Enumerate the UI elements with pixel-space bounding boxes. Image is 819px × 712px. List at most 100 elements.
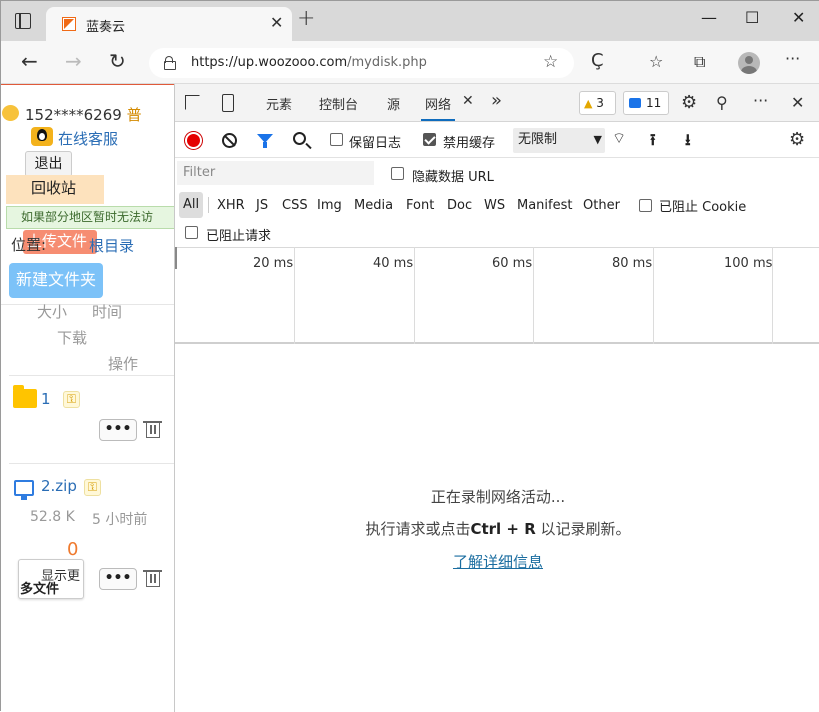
close-devtools-icon[interactable]: ✕ xyxy=(791,93,804,112)
back-button[interactable]: ← xyxy=(21,49,38,73)
page-top-divider xyxy=(1,84,174,85)
inspect-element-icon[interactable] xyxy=(185,95,200,110)
throttle-select[interactable]: 无限制 ▼ xyxy=(513,128,605,153)
collections-icon[interactable]: ⧉ xyxy=(694,52,705,72)
clear-icon[interactable] xyxy=(222,133,237,148)
title-bar: 蓝奏云 ✕ + — ☐ ✕ xyxy=(1,1,819,41)
export-har-icon[interactable]: ⭳ xyxy=(685,129,691,156)
header-size: 大小 xyxy=(37,303,68,321)
qq-icon[interactable] xyxy=(31,127,53,146)
type-filter-manifest[interactable]: Manifest xyxy=(517,198,572,213)
file-name[interactable]: 2.zip xyxy=(41,477,77,495)
lanzou-favicon-icon xyxy=(62,17,76,31)
forward-button[interactable]: → xyxy=(65,49,82,73)
blocked-cookies-checkbox[interactable] xyxy=(639,199,652,212)
settings-gear-icon[interactable]: ⚙ xyxy=(681,92,697,113)
filter-bar: Filter 隐藏数据 URL All XHR JS CSS Img Media… xyxy=(175,158,819,248)
type-filter-doc[interactable]: Doc xyxy=(447,198,472,213)
address-bar[interactable]: https://up.woozooo.com/mydisk.php ☆ xyxy=(149,48,574,78)
type-filter-ws[interactable]: WS xyxy=(484,198,505,213)
messages-badge[interactable]: 11 xyxy=(623,91,669,115)
divider xyxy=(9,375,174,376)
folder-name[interactable]: 1 xyxy=(41,390,51,408)
header-time: 时间 xyxy=(92,303,123,321)
type-filter-js[interactable]: JS xyxy=(256,198,268,213)
tab-network[interactable]: 网络 xyxy=(425,94,451,113)
favorite-star-icon[interactable]: ☆ xyxy=(543,52,558,72)
lock-icon[interactable] xyxy=(164,56,176,70)
customize-icon[interactable]: ⚲ xyxy=(716,93,728,112)
type-filter-font[interactable]: Font xyxy=(406,198,434,213)
file-time: 5 小时前 xyxy=(92,512,148,528)
search-icon[interactable] xyxy=(293,132,306,145)
close-network-tab-icon[interactable]: ✕ xyxy=(462,93,474,109)
warnings-badge[interactable]: ▲ 3 xyxy=(579,91,616,115)
devtools-more-icon[interactable]: ··· xyxy=(753,91,768,110)
reload-button[interactable]: ↻ xyxy=(109,49,126,73)
type-filter-other[interactable]: Other xyxy=(583,198,620,213)
learn-more-link[interactable]: 了解详细信息 xyxy=(175,551,819,572)
filter-icon[interactable] xyxy=(257,134,273,148)
new-tab-button[interactable]: + xyxy=(297,8,315,30)
network-timeline[interactable]: 20 ms 40 ms 60 ms 80 ms 100 ms xyxy=(175,247,819,344)
show-more-files-button[interactable]: 显示更 多文件 xyxy=(18,559,84,599)
filter-input[interactable]: Filter xyxy=(177,161,374,185)
disable-cache-checkbox[interactable] xyxy=(423,133,436,146)
new-folder-button[interactable]: 新建文件夹 xyxy=(9,263,103,298)
trash-icon[interactable] xyxy=(143,421,162,438)
record-button[interactable] xyxy=(185,132,202,149)
type-filter-media[interactable]: Media xyxy=(354,198,393,213)
profile-avatar[interactable] xyxy=(738,52,760,74)
message-icon xyxy=(629,98,641,108)
more-files-label: 多文件 xyxy=(20,582,60,597)
customer-service-link[interactable]: 在线客服 xyxy=(58,128,118,149)
type-filter-xhr[interactable]: XHR xyxy=(217,198,245,213)
preserve-log-checkbox[interactable] xyxy=(330,133,343,146)
maximize-button[interactable]: ☐ xyxy=(745,8,759,27)
more-menu-icon[interactable]: ··· xyxy=(785,49,800,68)
reading-mode-icon[interactable]: Ç xyxy=(591,50,604,71)
recycle-bin-button[interactable]: 回收站 xyxy=(6,175,104,204)
more-tabs-icon[interactable]: » xyxy=(491,90,502,111)
wifi-conditions-icon[interactable]: ⌔ xyxy=(612,129,626,148)
key-icon[interactable]: ⚿ xyxy=(63,391,80,408)
hide-data-url-checkbox[interactable] xyxy=(391,167,404,180)
file-size: 52.8 K xyxy=(30,509,75,525)
tab-sources[interactable]: 源 xyxy=(387,94,400,113)
more-options-button[interactable]: ••• xyxy=(99,419,137,441)
preserve-log-label: 保留日志 xyxy=(349,136,402,151)
recording-hint: 执行请求或点击Ctrl + R 以记录刷新。 xyxy=(365,520,631,538)
zip-file-icon xyxy=(14,480,34,500)
tab-elements[interactable]: 元素 xyxy=(266,94,292,113)
tab-console[interactable]: 控制台 xyxy=(319,94,358,113)
tab-title: 蓝奏云 xyxy=(86,20,126,35)
timeline-gridline xyxy=(294,247,295,344)
position-label: 位置: xyxy=(11,236,47,254)
device-emulation-icon[interactable] xyxy=(222,94,234,112)
network-settings-gear-icon[interactable]: ⚙ xyxy=(789,129,805,150)
url-text[interactable]: https://up.woozooo.com/mydisk.php xyxy=(191,55,427,70)
timeline-label: 20 ms xyxy=(253,256,294,271)
blocked-requests-checkbox[interactable] xyxy=(185,226,198,239)
disable-cache-label: 禁用缓存 xyxy=(443,136,496,151)
type-filter-all[interactable]: All xyxy=(179,192,203,218)
type-filter-css[interactable]: CSS xyxy=(282,198,308,213)
type-filter-img[interactable]: Img xyxy=(317,198,342,213)
key-icon[interactable]: ⚿ xyxy=(84,479,101,496)
user-icon xyxy=(2,105,19,121)
timeline-start-marker xyxy=(175,247,177,269)
browser-tab[interactable]: 蓝奏云 ✕ xyxy=(46,7,292,41)
tab-actions-icon[interactable] xyxy=(15,13,31,29)
root-dir-link[interactable]: 根目录 xyxy=(89,235,134,256)
favorites-icon[interactable]: ☆ xyxy=(649,52,663,71)
trash-icon[interactable] xyxy=(143,570,162,587)
header-download: 下载 xyxy=(57,329,88,347)
logout-button[interactable]: 退出 xyxy=(25,151,72,177)
more-options-button[interactable]: ••• xyxy=(99,568,137,590)
tab-close-icon[interactable]: ✕ xyxy=(270,13,283,32)
minimize-button[interactable]: — xyxy=(701,8,717,27)
close-window-button[interactable]: ✕ xyxy=(792,8,805,27)
import-har-icon[interactable]: ⭱ xyxy=(650,129,656,156)
download-count: 0 xyxy=(67,539,79,560)
divider xyxy=(9,463,174,464)
